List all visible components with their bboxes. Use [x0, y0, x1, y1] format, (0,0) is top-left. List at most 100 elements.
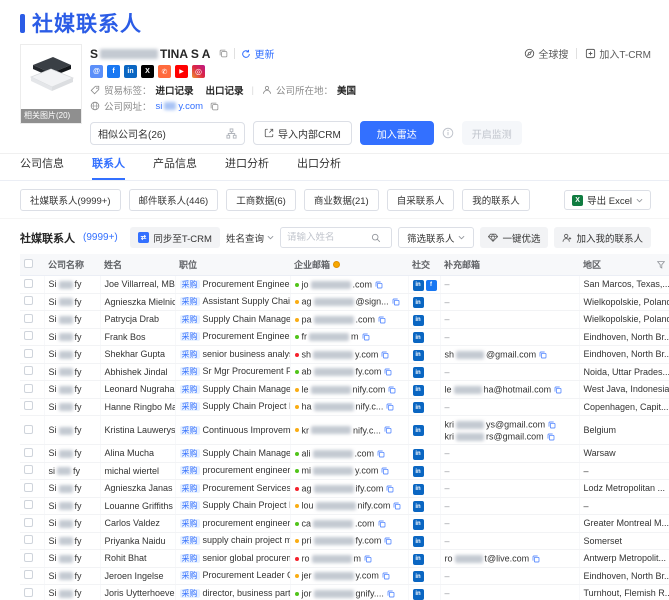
copy-icon[interactable] [384, 368, 392, 376]
website-link[interactable]: si y.com [156, 101, 204, 112]
one-click-optimize-button[interactable]: 一键优选 [480, 227, 549, 248]
copy-icon[interactable] [377, 450, 385, 458]
youtube-icon[interactable]: ▶ [175, 65, 188, 78]
table-row[interactable]: Si fy Priyanka Naidu 采购 supply chain project… [20, 532, 669, 550]
sync-tcrm-button[interactable]: 同步至T-CRM [130, 227, 220, 248]
table-row[interactable]: Si fy Alina Mucha 采购 Supply Chain Manager ali… [20, 444, 669, 463]
row-checkbox[interactable] [24, 482, 33, 492]
linkedin-icon[interactable]: in [412, 349, 424, 361]
table-row[interactable]: Si fy Joe Villarreal, MBA 采购 Procurement Eng… [20, 275, 669, 294]
linkedin-icon[interactable]: in [412, 571, 424, 582]
linkedin-icon[interactable]: in [412, 536, 424, 547]
copy-icon[interactable] [532, 555, 540, 563]
linkedin-icon[interactable]: in [412, 384, 424, 396]
row-checkbox[interactable] [24, 424, 33, 434]
select-all-checkbox[interactable] [24, 259, 33, 268]
tab-2[interactable]: 联系人 [92, 155, 125, 180]
linkedin-icon[interactable]: in [412, 332, 424, 343]
source-tab-1[interactable]: 社媒联系人(9999+) [20, 189, 121, 211]
linkedin-icon[interactable]: in [412, 425, 424, 437]
tab-3[interactable]: 产品信息 [153, 155, 197, 180]
row-checkbox[interactable] [24, 535, 33, 545]
row-checkbox[interactable] [24, 366, 33, 376]
copy-icon[interactable] [381, 351, 389, 359]
table-row[interactable]: si fy michal wiertel 采购 procurement engineer… [20, 462, 669, 480]
copy-icon[interactable] [393, 502, 401, 510]
global-search-link[interactable]: 全球搜 [524, 46, 568, 61]
source-tab-4[interactable]: 商业数据(21) [303, 189, 379, 211]
row-checkbox[interactable] [24, 500, 33, 510]
copy-icon[interactable] [362, 333, 370, 341]
facebook-icon[interactable]: f [107, 65, 120, 78]
copy-icon[interactable] [384, 537, 392, 545]
table-row[interactable]: Si fy Kristina Lauwerys 采购 Continuous Improv… [20, 415, 669, 445]
linkedin-icon[interactable]: in [412, 518, 424, 530]
table-row[interactable]: SifyJeroen Ingelse采购Procurement Leader C… [20, 567, 669, 585]
copy-icon[interactable] [548, 421, 556, 429]
copy-icon[interactable] [392, 298, 400, 306]
tab-4[interactable]: 进口分析 [225, 155, 269, 180]
linkedin-icon[interactable]: in [412, 402, 424, 413]
update-button[interactable]: 更新 [241, 46, 274, 61]
header-region[interactable]: 地区 [579, 254, 669, 276]
table-row[interactable]: Si fy Frank Bos 采购 Procurement Engineer fr m in… [20, 328, 669, 346]
table-row[interactable]: SifyLeonard Nugraha采购Supply Chain Manage… [20, 380, 669, 399]
facebook-icon[interactable]: f [425, 279, 437, 291]
add-my-contacts-button[interactable]: 加入我的联系人 [554, 227, 651, 248]
start-monitor-button[interactable]: 开启监测 [461, 121, 522, 145]
company-photo[interactable]: 相关图片(20) [20, 44, 82, 124]
tab-1[interactable]: 公司信息 [20, 155, 64, 180]
table-row[interactable]: Si fy Agnieszka Janas 采购 Procurement Service… [20, 479, 669, 498]
table-row[interactable]: Si fy Abhishek Jindal 采购 Sr Mgr Procurement … [20, 363, 669, 381]
copy-icon[interactable] [381, 467, 389, 475]
linkedin-icon[interactable]: in [412, 588, 424, 600]
copy-icon[interactable] [547, 433, 555, 441]
x-icon[interactable]: X [141, 65, 154, 78]
table-row[interactable]: SifyAgnieszka Mielniczuk采购Assistant Supp… [20, 293, 669, 311]
linkedin-icon[interactable]: in [412, 466, 424, 477]
header-position[interactable]: 职位 [175, 254, 290, 276]
row-checkbox[interactable] [24, 552, 33, 562]
export-excel-button[interactable]: X 导出 Excel [564, 190, 651, 210]
header-company[interactable]: 公司名称 [44, 254, 100, 276]
related-images-label[interactable]: 相关图片(20) [21, 109, 81, 123]
copy-icon[interactable] [378, 520, 386, 528]
name-search-input[interactable] [286, 232, 367, 243]
linkedin-icon[interactable]: in [412, 279, 424, 291]
table-row[interactable]: Si fy Patrycja Drab 采购 Supply Chain Manager p… [20, 310, 669, 329]
table-row[interactable]: Si fy Joris Uytterhoeven 采购 director, busine… [20, 584, 669, 600]
table-row[interactable]: Si fy Louanne Griffiths 采购 Supply Chain Proj… [20, 497, 669, 515]
info-icon[interactable] [442, 127, 454, 139]
copy-icon[interactable] [384, 426, 392, 434]
copy-icon[interactable] [375, 281, 383, 289]
export-record-link[interactable]: 出口记录 [206, 83, 244, 97]
row-checkbox[interactable] [24, 278, 33, 288]
linkedin-icon[interactable]: in [124, 65, 137, 78]
similar-companies-dropdown[interactable]: 相似公司名(26) [90, 121, 245, 145]
row-checkbox[interactable] [24, 313, 33, 323]
copy-icon[interactable] [388, 386, 396, 394]
name-query-dropdown[interactable]: 姓名查询 [226, 231, 274, 245]
copy-icon[interactable] [387, 590, 395, 598]
source-tab-6[interactable]: 我的联系人 [462, 189, 530, 211]
copy-icon[interactable] [210, 102, 219, 111]
row-checkbox[interactable] [24, 447, 33, 457]
row-checkbox[interactable] [24, 401, 33, 411]
row-checkbox[interactable] [24, 383, 33, 393]
import-crm-button[interactable]: 导入内部CRM [253, 121, 352, 145]
header-email[interactable]: 企业邮箱 [290, 254, 408, 276]
join-tcrm-link[interactable]: 加入T-CRM [585, 46, 651, 61]
table-row[interactable]: Si fy Shekhar Gupta 采购 senior business analy… [20, 345, 669, 364]
row-checkbox[interactable] [24, 587, 33, 597]
tab-5[interactable]: 出口分析 [297, 155, 341, 180]
row-checkbox[interactable] [24, 570, 33, 580]
search-icon[interactable] [371, 233, 381, 243]
header-extra-email[interactable]: 补充邮箱 [440, 254, 579, 276]
import-record-link[interactable]: 进口记录 [156, 83, 194, 97]
header-name[interactable]: 姓名 [100, 254, 175, 276]
source-tab-5[interactable]: 自采联系人 [386, 189, 455, 211]
linkedin-icon[interactable]: in [412, 501, 424, 512]
row-checkbox[interactable] [24, 465, 33, 475]
phone-icon[interactable]: ✆ [158, 65, 171, 78]
row-checkbox[interactable] [24, 348, 33, 358]
